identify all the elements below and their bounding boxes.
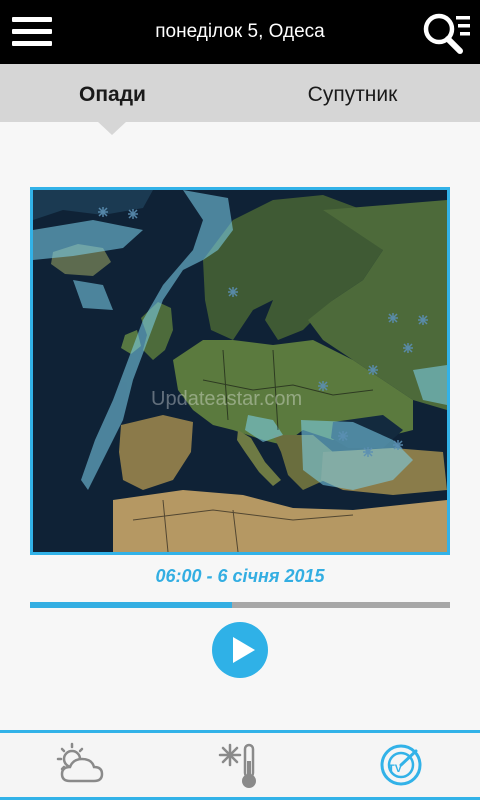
europe-map-image: [33, 190, 447, 552]
page-title: понеділок 5, Одеса: [155, 21, 325, 42]
tab-bar: Опади Супутник: [0, 64, 480, 122]
nav-radar-button[interactable]: TV: [320, 733, 480, 797]
selected-tab-pointer: [97, 121, 127, 135]
svg-text:TV: TV: [388, 763, 403, 775]
snowflake-thermometer-icon: [218, 743, 256, 788]
partly-cloudy-icon: [56, 742, 104, 783]
bottom-nav: TV: [0, 733, 480, 797]
playback-progress-fill: [30, 602, 232, 608]
radar-tv-icon: TV: [380, 744, 422, 786]
playback-progress-bar[interactable]: [30, 602, 450, 608]
tab-precipitation[interactable]: Опади: [0, 64, 225, 122]
top-bar: понеділок 5, Одеса: [0, 0, 480, 64]
nav-temperature-button[interactable]: [160, 733, 320, 797]
frame-timestamp: 06:00 - 6 січня 2015: [155, 566, 325, 586]
tab-satellite[interactable]: Супутник: [240, 64, 465, 122]
radar-map[interactable]: Updateastar.com: [30, 187, 450, 555]
search-list-icon[interactable]: [420, 8, 474, 56]
map-watermark: Updateastar.com: [151, 388, 303, 410]
nav-forecast-button[interactable]: [0, 733, 160, 797]
app-root: понеділок 5, Одеса Опади Супутник Update…: [0, 0, 480, 800]
play-icon[interactable]: [212, 622, 268, 678]
